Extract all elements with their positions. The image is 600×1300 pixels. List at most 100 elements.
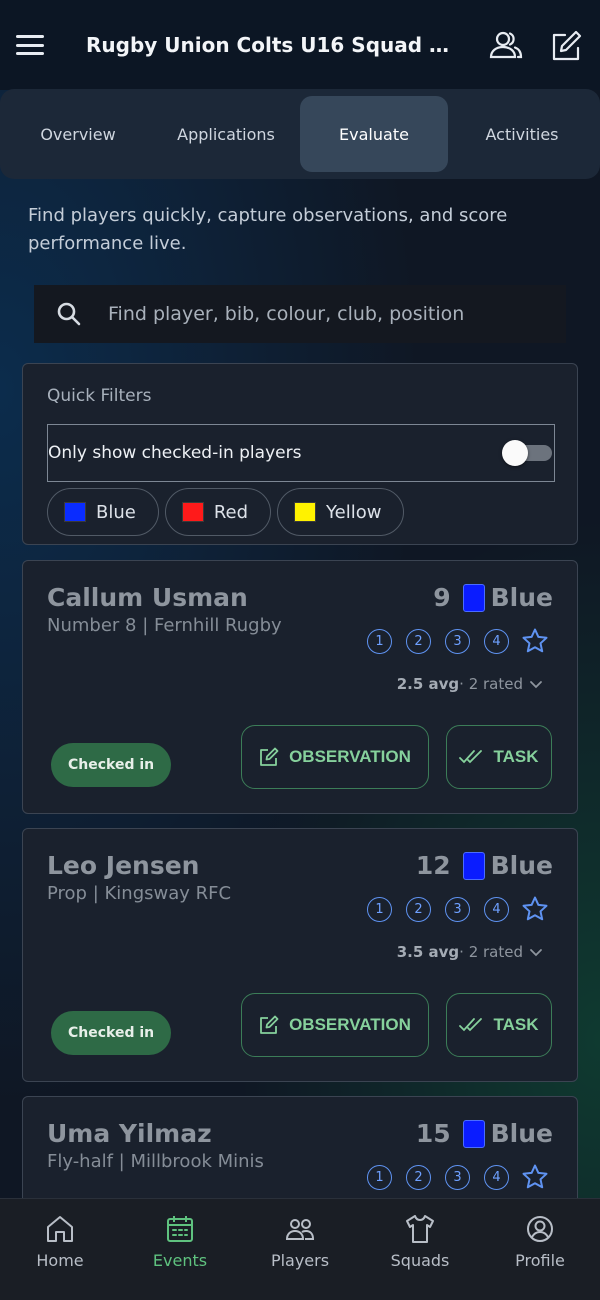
task-button-label: TASK (493, 747, 539, 766)
rated-count: · 2 rated (459, 675, 523, 693)
rating-1-button[interactable]: 1 (367, 896, 392, 922)
checked-in-badge: Checked in (51, 1011, 172, 1055)
bib-colour-swatch (462, 1119, 485, 1148)
rating-summary[interactable]: 3.5 avg · 2 rated (397, 943, 543, 961)
tab-evaluate[interactable]: Evaluate (300, 96, 448, 172)
profile-icon (527, 1216, 553, 1242)
checked-in-toggle-row[interactable]: Only show checked-in players (47, 424, 555, 482)
tab-activities[interactable]: Activities (448, 96, 596, 172)
blue-swatch (64, 502, 86, 522)
bib-colour-swatch (462, 583, 485, 612)
search-icon (57, 302, 81, 326)
home-icon (47, 1216, 73, 1242)
player-card[interactable]: Leo Jensen Prop | Kingsway RFC 12 Blue 1… (22, 828, 578, 1082)
players-icon (285, 1219, 315, 1240)
chevron-down-icon (530, 681, 542, 689)
tab-overview[interactable]: Overview (4, 96, 152, 172)
intro-text: Find players quickly, capture observatio… (28, 205, 508, 254)
chip-red-label: Red (213, 501, 249, 523)
quick-filters-heading: Quick Filters (47, 386, 152, 406)
nav-players-label: Players (270, 1251, 330, 1270)
rating-4-button[interactable]: 4 (484, 896, 509, 922)
star-icon[interactable] (521, 627, 549, 655)
bib-info: 15 Blue (416, 1119, 553, 1148)
chip-yellow-label: Yellow (326, 501, 382, 523)
menu-icon[interactable] (16, 35, 44, 55)
rating-summary[interactable]: 2.5 avg · 2 rated (397, 675, 543, 693)
group-icon[interactable] (488, 28, 524, 64)
rating-buttons: 1 2 3 4 (353, 627, 549, 655)
chip-blue-label: Blue (96, 501, 136, 523)
chip-blue[interactable]: Blue (47, 488, 159, 536)
quick-filters-panel: Quick Filters Only show checked-in playe… (22, 363, 578, 545)
rating-buttons: 1 2 3 4 (353, 1163, 549, 1191)
nav-profile[interactable]: Profile (480, 1199, 600, 1300)
task-button[interactable]: TASK (446, 725, 552, 789)
bib-colour: Blue (490, 1119, 553, 1148)
bib-info: 12 Blue (416, 851, 553, 880)
nav-players[interactable]: Players (240, 1199, 360, 1300)
player-position-club: Number 8 | Fernhill Rugby (47, 615, 282, 636)
double-check-icon (459, 750, 483, 764)
rating-4-button[interactable]: 4 (484, 628, 509, 654)
bib-info: 9 Blue (433, 583, 553, 612)
average-score: 3.5 avg (396, 943, 460, 961)
star-icon[interactable] (521, 895, 549, 923)
player-name: Uma Yilmaz (47, 1119, 212, 1148)
edit-icon[interactable] (548, 28, 584, 64)
player-position-club: Fly-half | Millbrook Minis (47, 1151, 264, 1172)
rating-3-button[interactable]: 3 (445, 628, 470, 654)
nav-profile-label: Profile (515, 1251, 565, 1270)
tab-applications[interactable]: Applications (152, 96, 300, 172)
rating-2-button[interactable]: 2 (406, 1164, 431, 1190)
rating-2-button[interactable]: 2 (406, 896, 431, 922)
bib-colour: Blue (490, 583, 553, 612)
nav-events[interactable]: Events (120, 1199, 240, 1300)
bib-colour-swatch (462, 851, 485, 880)
chip-red[interactable]: Red (164, 488, 272, 536)
red-swatch (181, 502, 204, 522)
bib-number: 12 (415, 851, 451, 880)
task-button-label: TASK (493, 1015, 539, 1034)
bib-colour: Blue (490, 851, 553, 880)
rating-3-button[interactable]: 3 (445, 896, 470, 922)
nav-squads-label: Squads (390, 1251, 450, 1270)
observation-button[interactable]: OBSERVATION (241, 725, 429, 789)
bib-number: 9 (433, 583, 451, 612)
observation-button-label: OBSERVATION (289, 1015, 411, 1034)
double-check-icon (459, 1018, 483, 1032)
rating-2-button[interactable]: 2 (406, 628, 431, 654)
nav-home[interactable]: Home (0, 1199, 120, 1300)
player-name: Leo Jensen (47, 851, 200, 880)
rated-count: · 2 rated (459, 943, 523, 961)
app-bar: Rugby Union Colts U16 Squad Tri… (0, 0, 600, 90)
chip-yellow[interactable]: Yellow (277, 488, 405, 536)
nav-home-label: Home (36, 1251, 84, 1270)
search-bar (34, 285, 566, 343)
bib-number: 15 (415, 1119, 451, 1148)
yellow-swatch (294, 502, 317, 522)
rating-1-button[interactable]: 1 (367, 628, 392, 654)
rating-3-button[interactable]: 3 (445, 1164, 470, 1190)
edit-note-icon (260, 747, 279, 766)
player-card[interactable]: Callum Usman Number 8 | Fernhill Rugby 9… (22, 560, 578, 814)
search-input[interactable] (108, 303, 528, 325)
edit-note-icon (260, 1015, 279, 1034)
observation-button[interactable]: OBSERVATION (241, 993, 429, 1057)
colour-chips: Blue Red Yellow (47, 488, 405, 536)
nav-squads[interactable]: Squads (360, 1199, 480, 1300)
calendar-icon (167, 1216, 193, 1242)
player-name: Callum Usman (47, 583, 248, 612)
star-icon[interactable] (521, 1163, 549, 1191)
page-title: Rugby Union Colts U16 Squad Tri… (86, 33, 456, 57)
checked-in-toggle-label: Only show checked-in players (48, 443, 302, 463)
chevron-down-icon (530, 949, 542, 957)
average-score: 2.5 avg (396, 675, 460, 693)
rating-4-button[interactable]: 4 (484, 1164, 509, 1190)
rating-1-button[interactable]: 1 (367, 1164, 392, 1190)
shirt-icon (406, 1215, 434, 1243)
task-button[interactable]: TASK (446, 993, 552, 1057)
bottom-nav: Home Events Players Squads Profile (0, 1198, 600, 1300)
player-position-club: Prop | Kingsway RFC (47, 883, 232, 904)
checked-in-switch[interactable] (502, 440, 554, 466)
